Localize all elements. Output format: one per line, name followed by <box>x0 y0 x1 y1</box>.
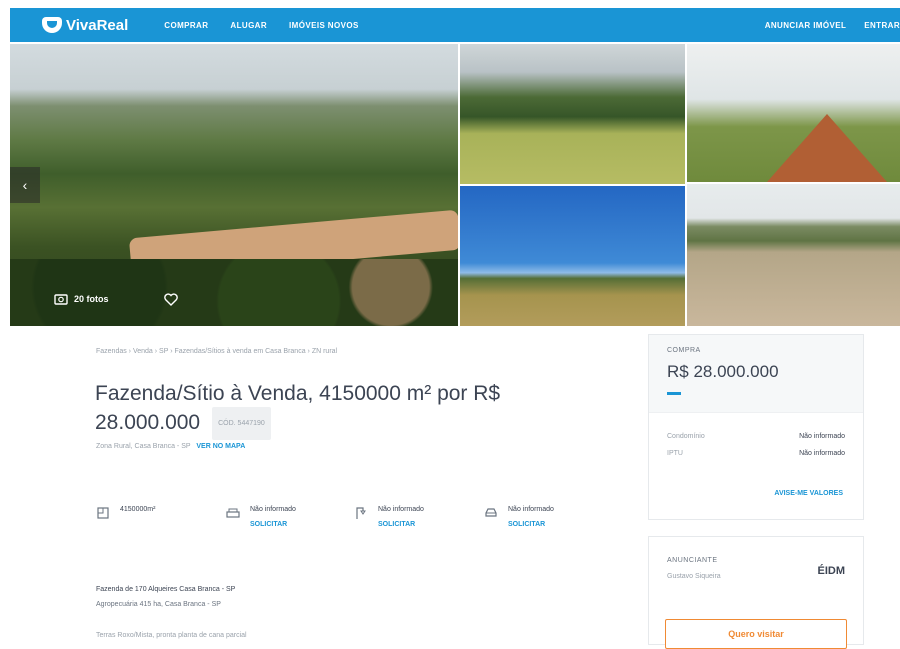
main-nav: COMPRAR ALUGAR IMÓVEIS NOVOS <box>164 21 358 30</box>
favorite-button[interactable] <box>160 288 182 310</box>
listing-code-badge: CÓD. 5447190 <box>212 407 271 440</box>
description-line-2: Agropecuária 415 ha, Casa Branca - SP <box>96 601 221 608</box>
price-label: COMPRA <box>667 347 701 354</box>
title-text: Fazenda/Sítio à Venda, 4150000 m² por R$… <box>95 382 501 435</box>
breadcrumb[interactable]: Fazendas › Venda › SP › Fazendas/Sítios … <box>96 348 337 355</box>
iptu-value: Não informado <box>799 450 845 457</box>
main-photo[interactable] <box>10 44 458 326</box>
nav-comprar[interactable]: COMPRAR <box>164 21 208 30</box>
photo-road <box>767 114 887 182</box>
car-icon <box>485 508 497 517</box>
iptu-row: IPTU Não informado <box>649 450 863 457</box>
description-line-1: Fazenda de 170 Alqueires Casa Branca - S… <box>96 586 236 593</box>
nav-alugar[interactable]: ALUGAR <box>230 21 267 30</box>
photo-bottom-middle[interactable] <box>460 186 685 326</box>
nav-imoveis-novos[interactable]: IMÓVEIS NOVOS <box>289 21 359 30</box>
page-title: Fazenda/Sítio à Venda, 4150000 m² por R$… <box>95 380 595 440</box>
request-bedrooms-link[interactable]: SOLICITAR <box>250 521 296 528</box>
condominio-value: Não informado <box>799 433 845 440</box>
feature-area: 4150000m² <box>96 506 155 520</box>
top-navigation-bar: VivaReal COMPRAR ALUGAR IMÓVEIS NOVOS AN… <box>10 8 900 42</box>
condominio-label: Condomínio <box>667 433 705 440</box>
advertiser-label: ANUNCIANTE <box>667 557 718 564</box>
feature-parking-label: Não informado <box>508 506 554 513</box>
feature-area-label: 4150000m² <box>120 506 156 513</box>
photos-count-button[interactable]: 20 fotos <box>54 288 109 310</box>
vivareal-logo[interactable]: VivaReal <box>42 17 128 34</box>
shower-icon <box>356 507 366 519</box>
listing-address: Zona Rural, Casa Branca - SP VER NO MAPA <box>96 443 245 450</box>
photo-top-right[interactable] <box>687 44 900 182</box>
photo-gallery: ‹ 20 fotos <box>10 44 900 326</box>
camera-icon <box>54 294 68 305</box>
advertiser-name: Gustavo Siqueira <box>667 573 721 580</box>
bed-icon <box>226 508 240 518</box>
right-nav: ANUNCIAR IMÓVEL ENTRAR <box>765 21 900 30</box>
gallery-prev-button[interactable]: ‹ <box>10 167 40 203</box>
feature-bathrooms: Não informado SOLICITAR <box>354 506 424 528</box>
advertiser-logo[interactable]: ÉIDM <box>818 565 846 577</box>
request-parking-link[interactable]: SOLICITAR <box>508 521 554 528</box>
photo-bottom-right[interactable] <box>687 184 900 326</box>
nav-entrar[interactable]: ENTRAR <box>864 21 900 30</box>
nav-anunciar-imovel[interactable]: ANUNCIAR IMÓVEL <box>765 21 847 30</box>
request-bathrooms-link[interactable]: SOLICITAR <box>378 521 424 528</box>
price-accent-bar <box>667 392 681 395</box>
iptu-label: IPTU <box>667 450 683 457</box>
feature-bedrooms-label: Não informado <box>250 506 296 513</box>
feature-bedrooms: Não informado SOLICITAR <box>226 506 296 528</box>
area-icon <box>97 507 109 519</box>
price-value: R$ 28.000.000 <box>667 362 779 381</box>
description-line-3: Terras Roxo/Mista, pronta planta de cana… <box>96 632 247 639</box>
condominio-row: Condomínio Não informado <box>649 433 863 440</box>
view-map-link[interactable]: VER NO MAPA <box>196 443 245 450</box>
photos-count-label: 20 fotos <box>74 294 109 304</box>
heart-icon <box>164 292 178 306</box>
feature-parking: Não informado SOLICITAR <box>484 506 554 528</box>
advertiser-card: ANUNCIANTE Gustavo Siqueira ÉIDM Quero v… <box>648 536 864 649</box>
address-text: Zona Rural, Casa Branca - SP <box>96 443 191 450</box>
price-card-header: COMPRA R$ 28.000.000 <box>649 335 863 413</box>
photo-top-middle[interactable] <box>460 44 685 184</box>
feature-bathrooms-label: Não informado <box>378 506 424 513</box>
price-card: COMPRA R$ 28.000.000 Condomínio Não infor… <box>648 334 864 520</box>
brand-name: VivaReal <box>66 16 129 34</box>
see-values-link[interactable]: AVISE-ME VALORES <box>774 490 843 497</box>
logo-mark-icon <box>42 17 62 33</box>
